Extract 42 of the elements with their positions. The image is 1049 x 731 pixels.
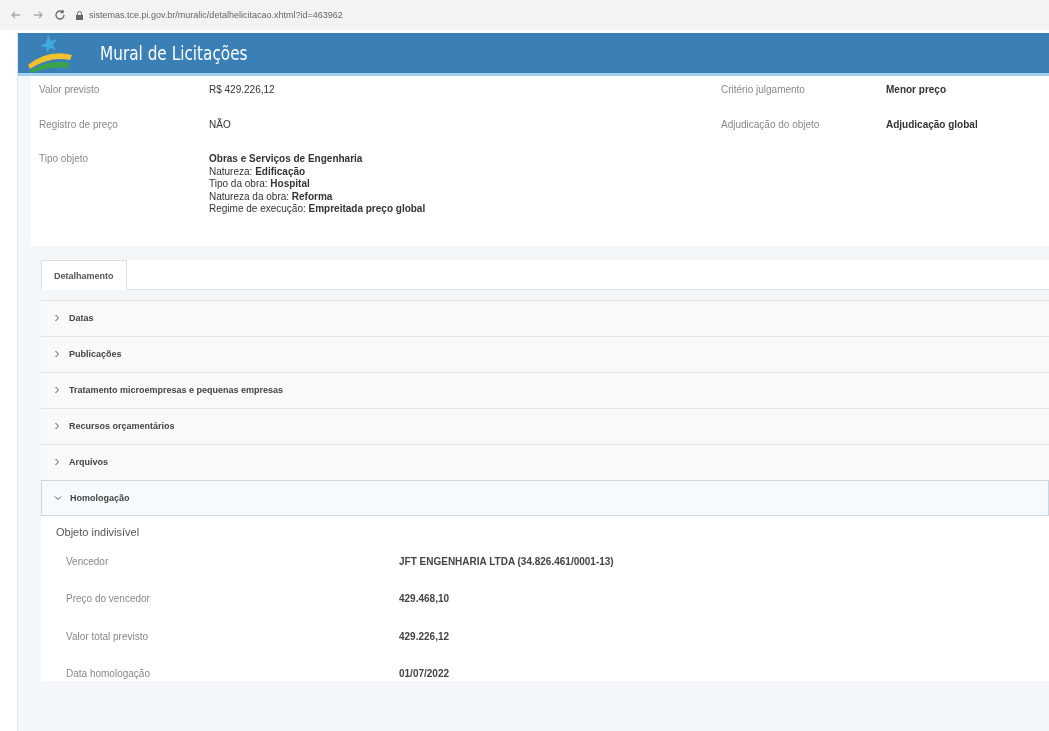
field-value: Obras e Serviços de Engenharia: [209, 153, 364, 166]
field-value: Menor preço: [886, 84, 947, 95]
field-value: 429.226,12: [399, 630, 451, 643]
field-value: JFT ENGENHARIA LTDA (34.826.461/0001-13): [399, 555, 615, 568]
field-value: R$ 429.226,12: [209, 84, 276, 97]
chevron-right-icon: [53, 386, 61, 394]
section-header[interactable]: Datas: [41, 299, 1049, 336]
field-label: Critério julgamento: [721, 84, 806, 95]
field-value: 429.468,10: [399, 593, 451, 606]
field-label: Vencedor: [66, 555, 110, 568]
address-bar[interactable]: sistemas.tce.pi.gov.br/muralic/detalhelicitacao.xhtml?id=463962: [89, 10, 343, 20]
tab[interactable]: Detalhamento: [41, 259, 127, 290]
chevron-right-icon: [53, 314, 61, 322]
field-value: Tipo da obra: Hospital: [209, 178, 311, 191]
section-header[interactable]: Homologação: [41, 479, 1049, 516]
field-label: Valor previsto: [39, 84, 101, 97]
reload-icon[interactable]: [54, 9, 66, 21]
section-header[interactable]: Arquivos: [41, 443, 1049, 480]
field-label: Registro de preço: [39, 118, 119, 131]
field-value: 01/07/2022: [399, 668, 451, 681]
forward-icon[interactable]: [32, 9, 44, 21]
page-title: Mural de Licitações: [100, 41, 248, 65]
field-label: Data homologação: [66, 668, 151, 681]
chevron-right-icon: [53, 458, 61, 466]
field-label: Adjudicação do objeto: [721, 119, 821, 130]
field-label: Tipo objeto: [39, 153, 90, 166]
section-header[interactable]: Recursos orçamentários: [41, 407, 1049, 444]
chevron-right-icon: [53, 350, 61, 358]
section-header[interactable]: Tratamento microempresas e pequenas empresas: [41, 371, 1049, 408]
lock-icon: [76, 10, 83, 20]
section-heading: Objeto indivisível: [56, 525, 141, 538]
field-value: NÃO: [209, 118, 232, 131]
field-value: Natureza da obra: Reforma: [209, 190, 334, 203]
field-value: Adjudicação global: [886, 119, 978, 130]
section-header[interactable]: Publicações: [41, 335, 1049, 372]
chevron-down-icon: [54, 493, 62, 502]
field-value: Regime de execução: Empreitada preço global: [209, 203, 427, 216]
field-value: Natureza: Edificação: [209, 165, 307, 178]
chevron-right-icon: [53, 422, 61, 430]
field-label: Preço do vencedor: [66, 593, 151, 606]
field-label: Valor total previsto: [66, 630, 150, 643]
back-icon[interactable]: [10, 9, 22, 21]
